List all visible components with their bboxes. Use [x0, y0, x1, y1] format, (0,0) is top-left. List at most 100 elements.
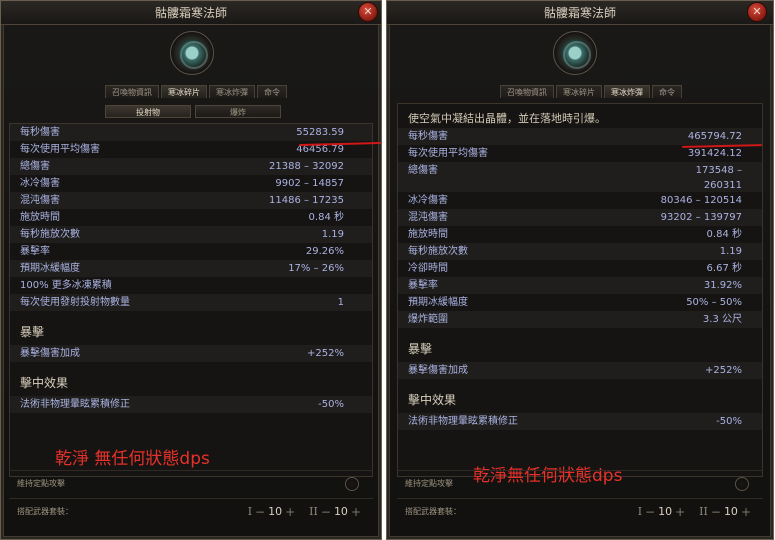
minus-icon[interactable]: −: [321, 499, 331, 525]
tab-command[interactable]: 命令: [257, 85, 287, 98]
on-hit-heading: 擊中效果: [20, 376, 69, 390]
stat-value: 391424.12: [687, 148, 742, 159]
tab-minion-info[interactable]: 召喚物資訊: [105, 85, 159, 98]
plus-icon[interactable]: +: [285, 499, 295, 525]
weapon-set-1-value: 10: [268, 505, 283, 518]
tab-frost-bomb[interactable]: 寒冰炸彈: [209, 85, 255, 98]
weapon-set-1-stepper[interactable]: I − 10 +: [248, 499, 295, 525]
stat-value: 6.67 秒: [706, 263, 742, 274]
stat-value: 173548 – 260311: [696, 163, 742, 193]
minion-emblem-icon: [553, 31, 597, 75]
stat-row: 總傷害 21388 – 32092: [10, 158, 372, 175]
stat-row: 每次使用發射投射物數量 1: [10, 294, 372, 311]
stat-row: 暴擊率 29.26%: [10, 243, 372, 260]
stat-label: 總傷害: [408, 165, 438, 176]
hold-attack-toggle[interactable]: [735, 477, 749, 491]
stat-label: 施放時間: [408, 229, 448, 240]
window-title: 骷髏霜寒法師: [1, 1, 381, 25]
stat-row: 暴擊傷害加成 +252%: [398, 362, 762, 379]
stat-value-line: 173548 –: [695, 165, 742, 176]
tab-minion-info[interactable]: 召喚物資訊: [500, 85, 554, 98]
weapon-set-label: 搭配武器套裝：: [17, 507, 73, 516]
minus-icon[interactable]: −: [711, 499, 721, 525]
close-button[interactable]: ✕: [358, 2, 378, 22]
stat-row: 施放時間 0.84 秒: [10, 209, 372, 226]
weapon-set-controls: I − 10 + II − 10 +: [248, 499, 361, 525]
stat-value: 0.84 秒: [308, 212, 344, 223]
stat-value: 0.84 秒: [706, 229, 742, 240]
minus-icon[interactable]: −: [645, 499, 655, 525]
tab-frost-shard[interactable]: 寒冰碎片: [161, 85, 207, 98]
plus-icon[interactable]: +: [675, 499, 685, 525]
stat-value: 93202 – 139797: [660, 212, 742, 223]
stats-content: 每秒傷害 55283.59 每次使用平均傷害 46456.79 總傷害 21388 –…: [9, 123, 373, 477]
stat-label: 每次使用發射投射物數量: [20, 297, 130, 308]
stat-label: 混沌傷害: [408, 212, 448, 223]
stat-label: 冷卻時間: [408, 263, 448, 274]
weapon-set-row: 搭配武器套裝： I − 10 + II − 10 +: [9, 498, 373, 524]
stat-label: 混沌傷害: [20, 195, 60, 206]
stat-row: 施放時間 0.84 秒: [398, 226, 762, 243]
stat-value: 80346 – 120514: [660, 195, 742, 206]
weapon-set-2-numeral: II: [309, 505, 318, 518]
left-minion-panel: 骷髏霜寒法師 ✕ 召喚物資訊 寒冰碎片 寒冰炸彈 命令 投射物 爆炸 每秒傷害 5…: [0, 0, 382, 540]
weapon-set-1-value: 10: [658, 505, 673, 518]
stat-value: 21388 – 32092: [269, 161, 344, 172]
minus-icon[interactable]: −: [255, 499, 265, 525]
weapon-set-2-stepper[interactable]: II − 10 +: [309, 499, 361, 525]
stat-row: 每次使用平均傷害 391424.12: [398, 145, 762, 162]
stat-row: 總傷害 173548 – 260311: [398, 162, 762, 192]
stat-row: 冷卻時間 6.67 秒: [398, 260, 762, 277]
weapon-set-2-stepper[interactable]: II − 10 +: [699, 499, 751, 525]
stat-label: 每秒施放次數: [20, 229, 80, 240]
clean-dps-annotation: 乾淨 無任何狀態dps: [55, 449, 210, 469]
plus-icon[interactable]: +: [351, 499, 361, 525]
stat-value: 465794.72: [687, 131, 742, 142]
stat-label: 暴擊傷害加成: [20, 348, 80, 359]
subtab-explosion[interactable]: 爆炸: [195, 105, 281, 118]
stat-row: 預期冰緩幅度 50% – 50%: [398, 294, 762, 311]
crit-heading: 暴擊: [20, 325, 45, 339]
stat-label: 法術非物理暈眩累積修正: [408, 416, 518, 427]
stat-value: 31.92%: [703, 280, 742, 291]
close-button[interactable]: ✕: [747, 2, 767, 22]
stat-value-line: 260311: [703, 180, 742, 191]
minion-tabs: 召喚物資訊 寒冰碎片 寒冰炸彈 命令: [500, 85, 682, 98]
window-title: 骷髏霜寒法師: [387, 1, 773, 25]
crit-heading: 暴擊: [408, 342, 433, 356]
plus-icon[interactable]: +: [741, 499, 751, 525]
stat-label: 施放時間: [20, 212, 60, 223]
minion-emblem-icon: [170, 31, 214, 75]
stats-content: 使空氣中凝結出晶體，並在落地時引爆。 每秒傷害 465794.72 每次使用平均傷…: [397, 103, 763, 477]
weapon-set-1-numeral: I: [247, 505, 253, 518]
stat-row: 每秒傷害 55283.59: [10, 124, 372, 141]
stat-value: 1.19: [719, 246, 742, 257]
stat-label: 每秒傷害: [20, 127, 60, 138]
stat-row: 法術非物理暈眩累積修正 -50%: [10, 396, 372, 413]
stat-value: 55283.59: [296, 127, 344, 138]
weapon-set-1-stepper[interactable]: I − 10 +: [638, 499, 685, 525]
stat-label: 法術非物理暈眩累積修正: [20, 399, 130, 410]
stat-row: 100% 更多冰凍累積: [10, 277, 372, 294]
hold-attack-toggle[interactable]: [345, 477, 359, 491]
tab-frost-shard[interactable]: 寒冰碎片: [556, 85, 602, 98]
hold-attack-label: 維持定點攻擊: [17, 479, 65, 488]
stat-value: -50%: [716, 416, 742, 427]
stat-row: 爆炸範圍 3.3 公尺: [398, 311, 762, 328]
tab-command[interactable]: 命令: [652, 85, 682, 98]
stat-value: -50%: [318, 399, 344, 410]
stat-label: 暴擊率: [20, 246, 50, 257]
weapon-set-2-value: 10: [723, 505, 738, 518]
stat-row: 混沌傷害 11486 – 17235: [10, 192, 372, 209]
stat-label: 100% 更多冰凍累積: [20, 280, 112, 291]
stat-row: 每秒施放次數 1.19: [10, 226, 372, 243]
tab-frost-bomb[interactable]: 寒冰炸彈: [604, 85, 650, 98]
stat-value: 50% – 50%: [686, 297, 742, 308]
subtab-projectile[interactable]: 投射物: [105, 105, 191, 118]
stat-label: 每秒傷害: [408, 131, 448, 142]
stat-row: 每秒施放次數 1.19: [398, 243, 762, 260]
stat-label: 每次使用平均傷害: [408, 148, 488, 159]
weapon-set-label: 搭配武器套裝：: [405, 507, 461, 516]
stat-value: 17% – 26%: [288, 263, 344, 274]
stat-row: 每秒傷害 465794.72: [398, 128, 762, 145]
